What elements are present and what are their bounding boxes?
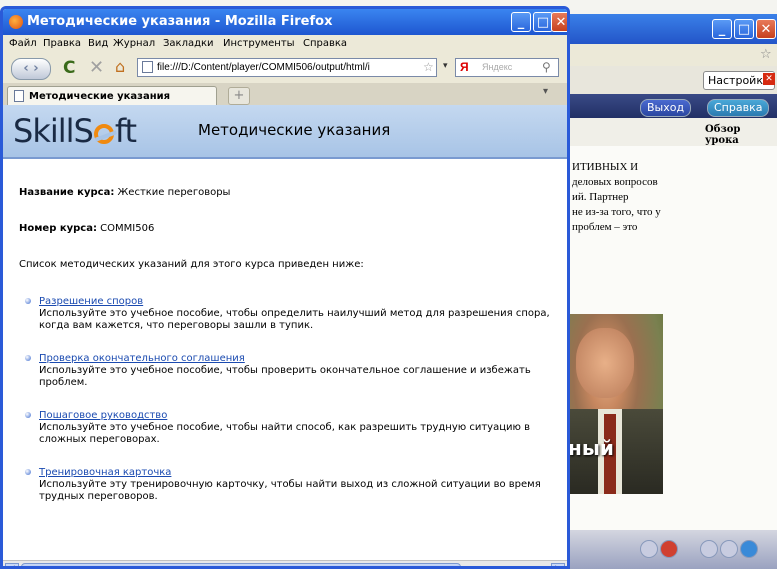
guide-description: Используйте это учебное пособие, чтобы п… [39,365,531,388]
menu-tools[interactable]: Инструменты [223,38,295,49]
maximize-button[interactable]: □ [533,12,553,32]
player-control-button[interactable] [720,540,738,558]
player-body-line: не из-за того, что у [572,206,661,218]
background-minimize-button[interactable]: _ [712,19,732,39]
page-title: Методические указания [198,121,391,139]
guide-description: Используйте это учебное пособие, чтобы н… [39,422,531,445]
tab-active[interactable]: Методические указания [7,86,217,105]
help-button[interactable]: Справка [707,99,770,117]
guide-link[interactable]: Пошаговое руководство [39,410,167,421]
scroll-left-icon[interactable]: ◀ [5,563,19,566]
url-dropdown-icon[interactable]: ▾ [443,61,448,71]
tab-label: Методические указания [29,91,171,102]
search-placeholder: Яндекс [482,62,513,72]
guide-description: Используйте это учебное пособие, чтобы о… [39,308,550,331]
player-body-line: ИТИВНЫХ И [572,161,639,173]
close-button[interactable]: ✕ [551,12,567,32]
page-content: SkillS ft Методические указания Название … [3,105,567,560]
scroll-right-icon[interactable]: ▶ [551,563,565,566]
guide-description: Используйте эту тренировочную карточку, … [39,479,541,502]
lesson-overview-tab[interactable]: Обзор урока [705,124,777,146]
bullet-icon [25,469,31,475]
background-menubar [560,44,777,67]
menu-view[interactable]: Вид [88,38,108,49]
home-icon[interactable]: ⌂ [115,57,125,76]
search-icon[interactable]: ⚲ [542,59,551,76]
guide-link[interactable]: Тренировочная карточка [39,467,171,478]
menu-file[interactable]: Файл [9,38,37,49]
guide-link[interactable]: Разрешение споров [39,296,143,307]
page-icon [142,61,153,73]
tab-bar: Методические указания + ▾ [3,83,567,106]
star-icon[interactable]: ☆ [760,47,772,62]
guide-link[interactable]: Проверка окончательного соглашения [39,353,245,364]
menu-help[interactable]: Справка [303,38,347,49]
firefox-window: Методические указания - Mozilla Firefox … [0,6,570,569]
reload-icon[interactable]: C [63,58,75,78]
window-title: Методические указания - Mozilla Firefox [27,14,333,29]
navigation-toolbar: ‹ › C ✕ ⌂ file:///D:/Content/player/COMM… [3,53,567,84]
intro-text: Список методических указаний для этого к… [19,259,364,270]
presenter-photo [568,314,663,494]
tab-list-icon[interactable]: ▾ [543,86,548,97]
close-icon[interactable]: ✕ [763,73,775,85]
stop-icon[interactable]: ✕ [89,57,104,78]
skillsoft-logo: SkillS ft [13,112,137,150]
menu-bar: Файл Правка Вид Журнал Закладки Инструме… [3,35,567,53]
player-body-text: ИТИВНЫХ И деловых вопросов ий. Партнер н… [572,160,772,235]
player-control-button[interactable] [640,540,658,558]
player-control-button[interactable] [740,540,758,558]
yandex-icon[interactable]: Я [460,59,469,76]
scrollbar-thumb[interactable] [21,563,461,566]
title-bar: Методические указания - Mozilla Firefox … [3,9,567,35]
player-body-line: проблем – это [572,221,638,233]
menu-bookmarks[interactable]: Закладки [163,38,214,49]
background-close-button[interactable]: ✕ [756,19,776,39]
player-body-line: ий. Партнер [572,191,629,203]
search-box[interactable]: Я Яндекс ⚲ [455,58,559,77]
firefox-icon [9,15,23,29]
bookmark-star-icon[interactable]: ☆ [423,60,434,74]
new-tab-button[interactable]: + [228,87,250,105]
player-control-button[interactable] [700,540,718,558]
horizontal-scrollbar[interactable]: ◀ ▶ [3,560,567,566]
photo-caption: ный [568,436,614,460]
player-body-line: деловых вопросов [572,176,658,188]
page-icon [14,90,24,102]
course-name: Название курса: Жесткие переговоры [19,187,231,198]
url-text: file:///D:/Content/player/COMMI506/outpu… [157,62,370,73]
page-header: SkillS ft Методические указания [3,105,567,159]
bullet-icon [25,355,31,361]
course-number: Номер курса: COMMI506 [19,223,155,234]
bullet-icon [25,412,31,418]
minimize-button[interactable]: _ [511,12,531,32]
url-bar[interactable]: file:///D:/Content/player/COMMI506/outpu… [137,58,437,77]
bullet-icon [25,298,31,304]
menu-edit[interactable]: Правка [43,38,81,49]
back-forward-button[interactable]: ‹ › [11,58,51,80]
background-maximize-button[interactable]: □ [734,19,754,39]
exit-button[interactable]: Выход [640,99,692,117]
player-control-button[interactable] [660,540,678,558]
menu-history[interactable]: Журнал [113,38,155,49]
